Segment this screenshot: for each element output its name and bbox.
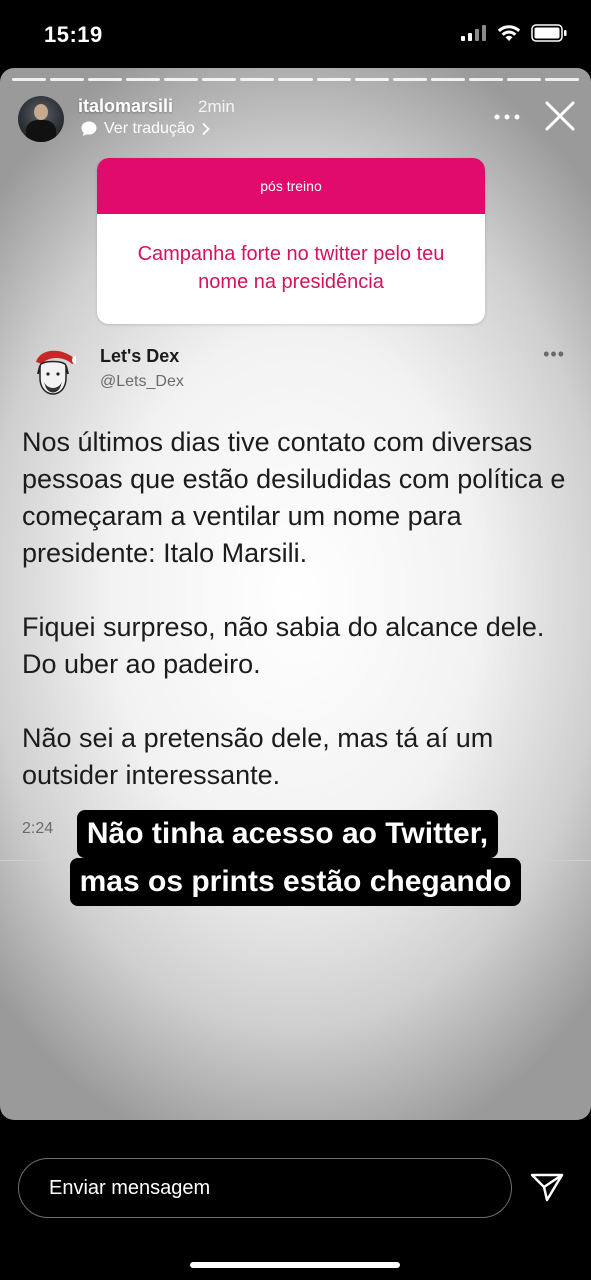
progress-segment — [12, 78, 47, 81]
tweet-paragraph: Nos últimos dias tive contato com divers… — [22, 427, 566, 568]
caption-line: mas os prints estão chegando — [69, 858, 522, 906]
reply-bar — [0, 1120, 591, 1280]
progress-segment — [468, 78, 503, 81]
story-header: italomarsili 2min Ver tradução — [18, 96, 578, 146]
tweet-body: Nos últimos dias tive contato com divers… — [22, 424, 577, 831]
progress-segment — [126, 78, 161, 81]
tweet-paragraph: Não sei a pretensão dele, mas tá aí um o… — [22, 723, 494, 790]
avatar-body — [26, 120, 56, 142]
tweet-avatar — [36, 350, 76, 395]
speech-bubble-icon — [81, 121, 97, 136]
question-text: Campanha forte no twitter pelo teu nome … — [137, 243, 445, 293]
translate-label: Ver tradução — [104, 120, 195, 137]
message-input[interactable] — [47, 1159, 491, 1217]
story-frame[interactable]: italomarsili 2min Ver tradução pós trein… — [0, 68, 591, 1120]
wifi-icon — [497, 25, 521, 41]
tweet-author-handle: @Lets_Dex — [100, 373, 184, 390]
tweet-more-icon: ••• — [543, 344, 565, 364]
cellular-signal-icon — [461, 25, 486, 41]
translate-link[interactable]: Ver tradução — [80, 120, 211, 138]
progress-segment — [240, 78, 275, 81]
tweet-author-name: Let's Dex — [100, 346, 180, 366]
home-indicator — [190, 1262, 400, 1268]
battery-icon — [531, 24, 567, 42]
progress-segment — [316, 78, 351, 81]
post-time: 2min — [198, 97, 235, 116]
question-sticker[interactable]: pós treino Campanha forte no twitter pel… — [97, 158, 485, 324]
send-icon[interactable] — [530, 1172, 564, 1202]
caption-line: Não tinha acesso ao Twitter, — [76, 810, 499, 858]
progress-segment — [202, 78, 237, 81]
question-header: pós treino — [97, 158, 485, 214]
status-icons — [461, 24, 567, 42]
avatar[interactable] — [18, 96, 64, 142]
progress-segment — [392, 78, 427, 81]
status-time: 15:19 — [44, 22, 103, 47]
progress-segment — [88, 78, 123, 81]
progress-segment — [164, 78, 199, 81]
username[interactable]: italomarsili — [78, 96, 173, 117]
close-icon[interactable] — [544, 100, 576, 132]
story-progress-bar — [12, 78, 579, 81]
progress-segment — [278, 78, 313, 81]
story-caption: Não tinha acesso ao Twitter, mas os prin… — [0, 810, 591, 906]
message-field[interactable] — [18, 1158, 512, 1218]
chevron-right-icon — [202, 122, 210, 136]
avatar-head — [34, 104, 48, 120]
progress-segment — [544, 78, 579, 81]
progress-segment — [430, 78, 465, 81]
progress-segment — [354, 78, 389, 81]
progress-segment — [50, 78, 85, 81]
more-options-icon[interactable] — [494, 114, 520, 120]
tweet-paragraph: Fiquei surpreso, não sabia do alcance de… — [22, 612, 545, 679]
status-bar: 15:19 — [0, 0, 591, 70]
progress-segment — [506, 78, 541, 81]
